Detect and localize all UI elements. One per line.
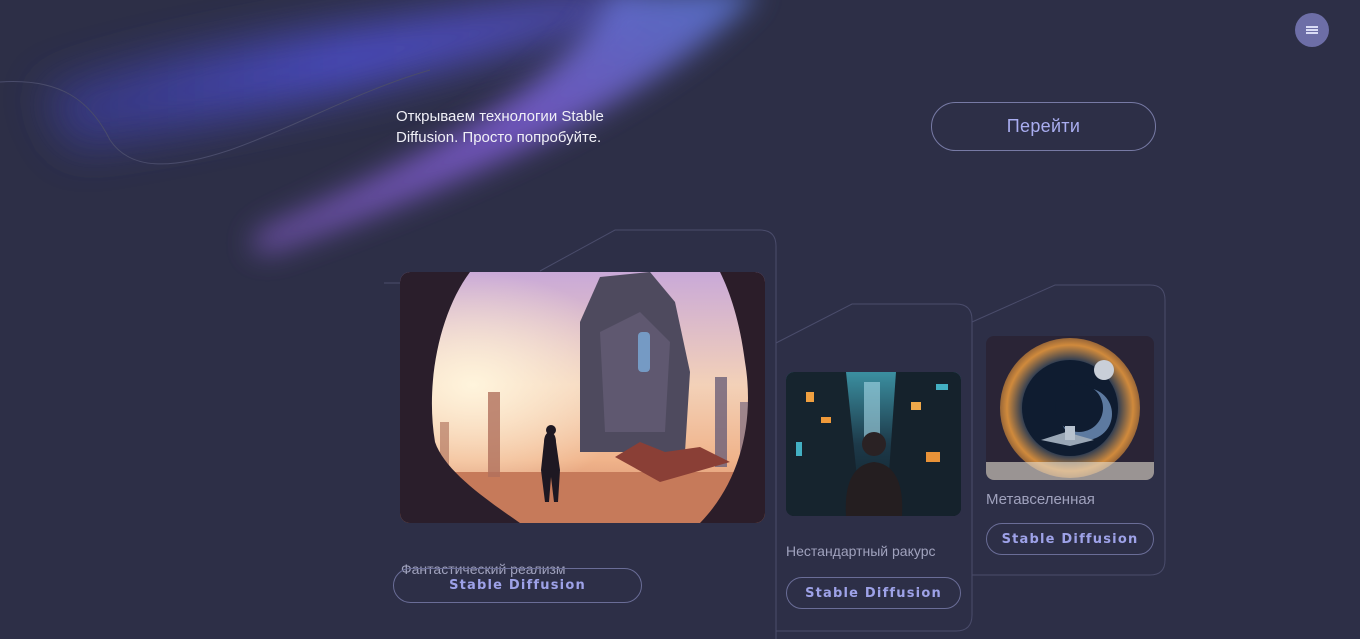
stable-diffusion-button-metaverse[interactable]: Stable Diffusion: [986, 523, 1154, 555]
card-label-metaverse: Метавселенная: [986, 491, 1095, 508]
metaverse-image[interactable]: [986, 336, 1154, 480]
hero-tagline: Открываем технологии Stable Diffusion. П…: [396, 108, 604, 146]
card-label-unusual-angle: Нестандартный ракурс: [786, 543, 936, 559]
stable-diffusion-button-fantasy[interactable]: Stable Diffusion: [393, 568, 642, 603]
menu-button[interactable]: [1295, 13, 1329, 47]
unusual-angle-image[interactable]: [786, 372, 961, 516]
stable-diffusion-button-unusual-angle[interactable]: Stable Diffusion: [786, 577, 961, 609]
fantasy-realism-image[interactable]: [400, 272, 765, 523]
go-button[interactable]: Перейти: [931, 102, 1156, 151]
hamburger-menu-icon: [1306, 25, 1318, 36]
